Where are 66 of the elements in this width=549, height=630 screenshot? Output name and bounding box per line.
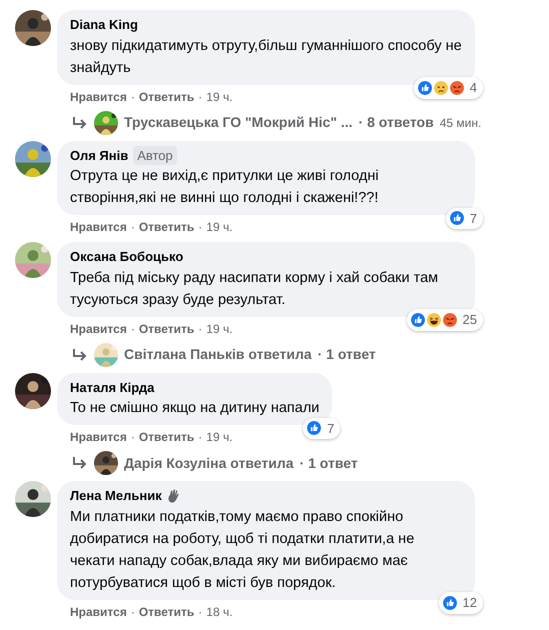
like-icon (440, 594, 459, 612)
reactions-pill[interactable]: 7 (303, 418, 340, 439)
comment-time: 18 ч. (206, 604, 233, 620)
like-icon (305, 419, 324, 438)
comment-author[interactable]: Оля Янів (70, 146, 128, 165)
like-icon (408, 310, 427, 329)
reply-arrow-icon (72, 348, 88, 362)
comment-time: 19 ч. (206, 88, 233, 106)
reply-arrow-icon (72, 116, 88, 130)
waving-hand-icon (166, 488, 181, 503)
comment-author[interactable]: Diana King (70, 15, 138, 34)
like-link[interactable]: Нравится (70, 88, 127, 106)
angry-face-icon (448, 78, 466, 97)
reply-link[interactable]: Ответить (138, 428, 194, 446)
comment-text: Ми платники податків,тому маємо право спокійно добиратися на роботу, щоб ті податки платити,а не чекати нападу собак,влада яку ми вибираємо має потурбуватися щоб в місті був порядок. (70, 508, 416, 592)
separator-dot: · (198, 219, 202, 236)
reply-link[interactable]: Ответить (138, 602, 194, 620)
comment-time: 19 ч. (206, 219, 233, 236)
reactions-pill[interactable]: 25 (406, 309, 483, 330)
like-icon (448, 209, 466, 228)
reactions-pill[interactable]: 7 (446, 208, 483, 229)
reaction-count: 7 (468, 210, 478, 228)
separator-dot: · (130, 219, 135, 236)
like-link[interactable]: Нравится (70, 602, 127, 620)
replies-count[interactable]: · 1 ответ (318, 344, 376, 365)
reaction-count: 12 (462, 594, 478, 612)
comment-time: 19 ч. (206, 320, 233, 338)
separator-dot: · (130, 88, 135, 106)
separator-dot: · (130, 429, 135, 446)
replies-count[interactable]: · 1 ответ (300, 452, 358, 474)
reaction-count: 7 (326, 420, 336, 438)
comment-text: То не смішно якщо на дитину напали (70, 399, 320, 418)
separator-dot: · (198, 320, 202, 338)
reactions-pill[interactable]: 12 (438, 592, 483, 614)
comment-text: Треба під міську раду насипати корму і хай собаки там тусуються зразу буде результат. (70, 268, 440, 310)
separator-dot: · (130, 320, 135, 338)
separator-dot: · (198, 604, 202, 620)
reply-time: 45 мин. (440, 114, 482, 132)
separator-dot: · (130, 604, 135, 620)
separator-dot: · (198, 429, 202, 446)
reactions-pill[interactable]: 4 (414, 77, 483, 98)
reply-arrow-icon (72, 456, 88, 470)
reply-link[interactable]: Ответить (138, 320, 194, 338)
like-link[interactable]: Нравится (70, 428, 127, 446)
separator-dot: · (198, 88, 202, 106)
angry-face-icon (440, 310, 459, 329)
like-link[interactable]: Нравится (70, 320, 127, 338)
comment-author[interactable]: Лена Мельник (70, 486, 162, 506)
replies-count[interactable]: · 8 ответов (358, 112, 434, 133)
comment-author[interactable]: Наталя Кірда (70, 378, 154, 397)
replies-link[interactable]: Трускавецька ГО "Мокрий Ніс" ... (124, 112, 353, 133)
comment-text: Отрута це не вихід,є притулки це живі голодні створіння,які не винні що голодні і скажені!??! (70, 167, 380, 208)
comment-author[interactable]: Оксана Бобоцько (70, 247, 184, 266)
like-icon (416, 78, 434, 97)
reply-link[interactable]: Ответить (138, 218, 194, 236)
author-badge: Автор (133, 146, 177, 165)
laughing-face-icon (424, 310, 443, 329)
comment-time: 19 ч. (206, 429, 233, 446)
reaction-count: 25 (462, 311, 478, 329)
replies-link[interactable]: Дарія Козуліна ответила (124, 452, 294, 474)
replies-link[interactable]: Світлана Паньків ответила (124, 344, 312, 365)
comment-text: знову підкидатимуть отруту,більш гуманнішого способу не знайдуть (70, 36, 462, 78)
reaction-count: 4 (468, 79, 478, 97)
reply-link[interactable]: Ответить (138, 88, 194, 106)
sad-face-icon (432, 78, 450, 97)
like-link[interactable]: Нравится (70, 218, 127, 236)
